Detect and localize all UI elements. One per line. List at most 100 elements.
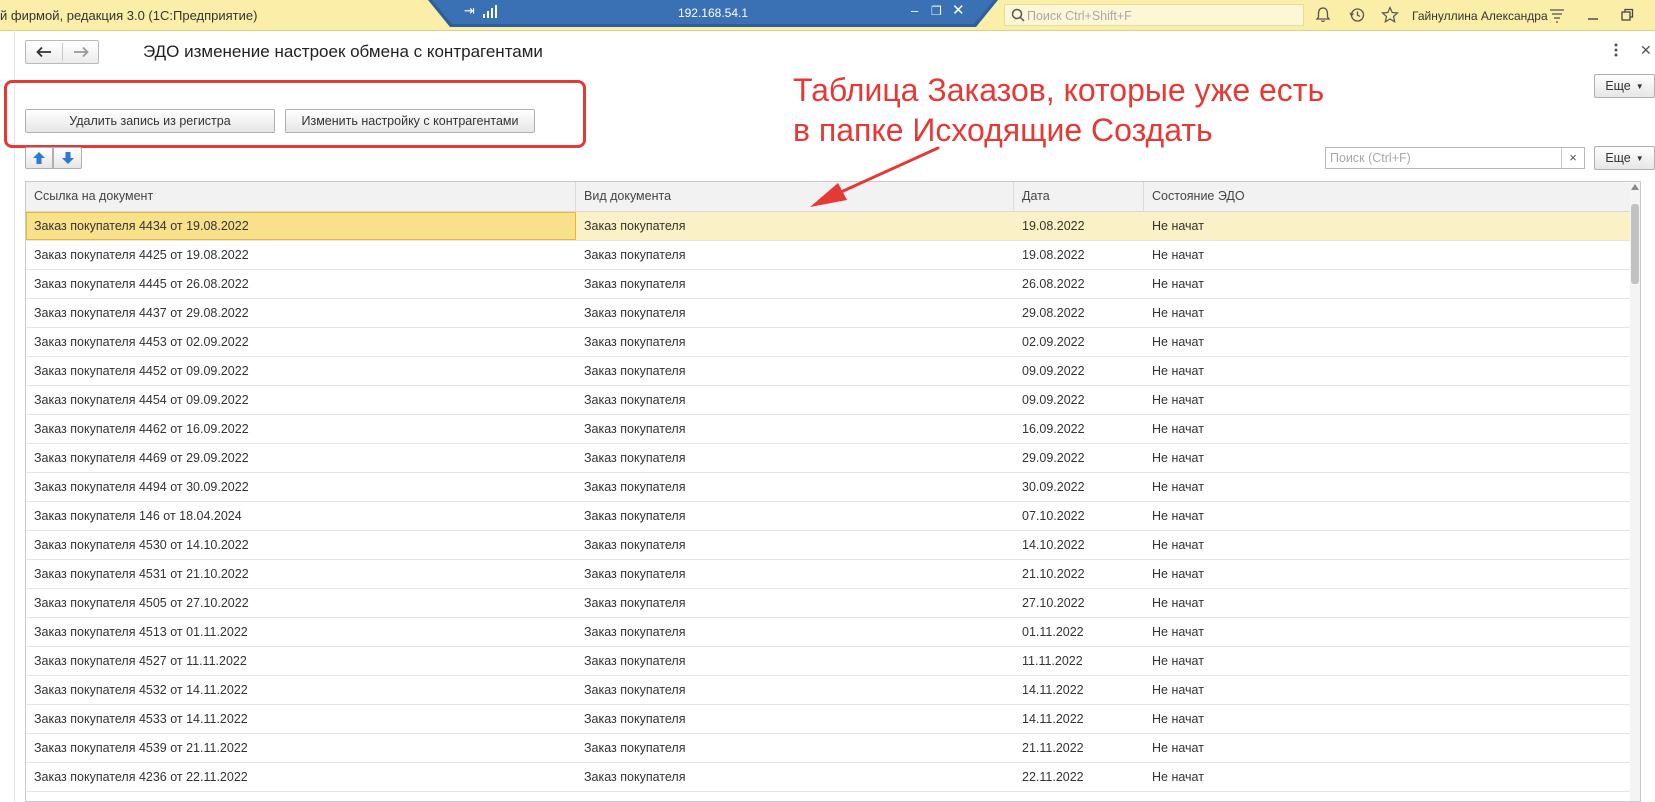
close-remote-icon[interactable]: ✕ (952, 3, 965, 19)
cell-document-link[interactable]: Заказ покупателя 4530 от 14.10.2022 (26, 531, 576, 559)
cell-document-type[interactable]: Заказ покупателя (576, 502, 1014, 530)
cell-edo-status[interactable]: Не начат (1144, 560, 1640, 588)
delete-record-button[interactable]: Удалить запись из регистра (25, 109, 275, 133)
cell-date[interactable]: 30.09.2022 (1014, 473, 1144, 501)
cell-date[interactable]: 16.09.2022 (1014, 415, 1144, 443)
cell-date[interactable]: 29.08.2022 (1014, 299, 1144, 327)
table-row[interactable]: Заказ покупателя 4462 от 16.09.2022 Заказ… (26, 415, 1640, 444)
cell-edo-status[interactable]: Не начат (1144, 299, 1640, 327)
cell-date[interactable]: 21.10.2022 (1014, 560, 1144, 588)
cell-date[interactable]: 19.08.2022 (1014, 241, 1144, 269)
table-search-input[interactable]: Поиск (Ctrl+F) × (1325, 147, 1585, 169)
cell-edo-status[interactable]: Не начат (1144, 270, 1640, 298)
remote-desktop-bar[interactable]: ⇥ 192.168.54.1 – ❐ ✕ (428, 0, 998, 27)
cell-date[interactable]: 11.11.2022 (1014, 647, 1144, 675)
table-row[interactable]: Заказ покупателя 4452 от 09.09.2022 Заказ… (26, 357, 1640, 386)
cell-document-type[interactable]: Заказ покупателя (576, 676, 1014, 704)
move-up-button[interactable] (25, 147, 53, 169)
cell-document-link[interactable]: Заказ покупателя 4462 от 16.09.2022 (26, 415, 576, 443)
cell-document-type[interactable]: Заказ покупателя (576, 328, 1014, 356)
cell-document-link[interactable]: Заказ покупателя 4527 от 11.11.2022 (26, 647, 576, 675)
cell-document-link[interactable]: Заказ покупателя 4505 от 27.10.2022 (26, 589, 576, 617)
cell-document-link[interactable]: Заказ покупателя 4494 от 30.09.2022 (26, 473, 576, 501)
user-name[interactable]: Гайнуллина Александра (1412, 9, 1548, 23)
table-row[interactable]: Заказ покупателя 4454 от 09.09.2022 Заказ… (26, 386, 1640, 415)
cell-document-link[interactable]: Заказ покупателя 4539 от 21.11.2022 (26, 734, 576, 762)
bell-icon[interactable] (1314, 6, 1332, 24)
minimize-icon[interactable] (1584, 6, 1602, 24)
cell-date[interactable]: 19.08.2022 (1014, 212, 1144, 240)
cell-document-link[interactable]: Заказ покупателя 4445 от 26.08.2022 (26, 270, 576, 298)
cell-edo-status[interactable]: Не начат (1144, 444, 1640, 472)
clear-search-icon[interactable]: × (1561, 148, 1584, 168)
cell-document-type[interactable]: Заказ покупателя (576, 531, 1014, 559)
table-row[interactable]: Заказ покупателя 4533 от 14.11.2022 Заказ… (26, 705, 1640, 734)
cell-document-link[interactable]: Заказ покупателя 4236 от 22.11.2022 (26, 763, 576, 791)
more-button[interactable]: Еще ▼ (1594, 74, 1655, 98)
forward-button[interactable] (63, 41, 99, 63)
cell-edo-status[interactable]: Не начат (1144, 357, 1640, 385)
cell-edo-status[interactable]: Не начат (1144, 589, 1640, 617)
star-icon[interactable] (1381, 6, 1399, 24)
cell-document-type[interactable]: Заказ покупателя (576, 241, 1014, 269)
cell-edo-status[interactable]: Не начат (1144, 473, 1640, 501)
cell-document-type[interactable]: Заказ покупателя (576, 386, 1014, 414)
cell-date[interactable]: 07.10.2022 (1014, 502, 1144, 530)
column-header-edo-status[interactable]: Состояние ЭДО (1144, 182, 1640, 211)
cell-edo-status[interactable]: Не начат (1144, 328, 1640, 356)
column-header-date[interactable]: Дата (1014, 182, 1144, 211)
cell-document-link[interactable]: Заказ покупателя 4453 от 02.09.2022 (26, 328, 576, 356)
cell-edo-status[interactable]: Не начат (1144, 618, 1640, 646)
global-search-input[interactable]: Поиск Ctrl+Shift+F (1004, 4, 1304, 26)
scrollbar-thumb[interactable] (1631, 204, 1639, 284)
change-settings-button[interactable]: Изменить настройку с контрагентами (285, 109, 535, 133)
cell-date[interactable]: 29.09.2022 (1014, 444, 1144, 472)
cell-document-link[interactable]: Заказ покупателя 4452 от 09.09.2022 (26, 357, 576, 385)
cell-edo-status[interactable]: Не начат (1144, 676, 1640, 704)
more-vertical-icon[interactable] (1612, 42, 1620, 58)
table-row[interactable]: Заказ покупателя 4505 от 27.10.2022 Заказ… (26, 589, 1640, 618)
column-header-document-link[interactable]: Ссылка на документ (26, 182, 576, 211)
cell-date[interactable]: 14.11.2022 (1014, 705, 1144, 733)
table-row[interactable]: Заказ покупателя 4527 от 11.11.2022 Заказ… (26, 647, 1640, 676)
cell-document-type[interactable]: Заказ покупателя (576, 647, 1014, 675)
cell-date[interactable]: 09.09.2022 (1014, 386, 1144, 414)
cell-document-link[interactable]: Заказ покупателя 4425 от 19.08.2022 (26, 241, 576, 269)
table-row[interactable]: Заказ покупателя 4531 от 21.10.2022 Заказ… (26, 560, 1640, 589)
cell-document-type[interactable]: Заказ покупателя (576, 560, 1014, 588)
cell-date[interactable]: 22.11.2022 (1014, 763, 1144, 791)
table-row[interactable]: Заказ покупателя 4539 от 21.11.2022 Заказ… (26, 734, 1640, 763)
cell-document-type[interactable]: Заказ покупателя (576, 589, 1014, 617)
cell-document-type[interactable]: Заказ покупателя (576, 444, 1014, 472)
table-more-button[interactable]: Еще ▼ (1594, 146, 1655, 170)
table-row[interactable]: Заказ покупателя 4445 от 26.08.2022 Заказ… (26, 270, 1640, 299)
cell-document-link[interactable]: Заказ покупателя 4437 от 29.08.2022 (26, 299, 576, 327)
cell-document-type[interactable]: Заказ покупателя (576, 415, 1014, 443)
orders-table[interactable]: Ссылка на документ Вид документа Дата Со… (25, 181, 1641, 802)
cell-document-type[interactable]: Заказ покупателя (576, 734, 1014, 762)
cell-date[interactable]: 21.11.2022 (1014, 734, 1144, 762)
cell-document-type[interactable]: Заказ покупателя (576, 299, 1014, 327)
cell-document-link[interactable]: Заказ покупателя 4454 от 09.09.2022 (26, 386, 576, 414)
vertical-scrollbar[interactable] (1630, 182, 1640, 801)
cell-document-type[interactable]: Заказ покупателя (576, 705, 1014, 733)
table-row[interactable]: Заказ покупателя 4437 от 29.08.2022 Заказ… (26, 299, 1640, 328)
table-row[interactable]: Заказ покупателя 4425 от 19.08.2022 Заказ… (26, 241, 1640, 270)
table-row[interactable]: Заказ покупателя 4469 от 29.09.2022 Заказ… (26, 444, 1640, 473)
back-button[interactable] (26, 41, 62, 63)
cell-date[interactable]: 01.11.2022 (1014, 618, 1144, 646)
minimize-remote-icon[interactable]: – (911, 3, 918, 19)
cell-document-type[interactable]: Заказ покупателя (576, 357, 1014, 385)
table-row[interactable]: Заказ покупателя 4236 от 22.11.2022 Заказ… (26, 763, 1640, 792)
cell-document-type[interactable]: Заказ покупателя (576, 212, 1014, 240)
cell-edo-status[interactable]: Не начат (1144, 647, 1640, 675)
cell-edo-status[interactable]: Не начат (1144, 502, 1640, 530)
cell-edo-status[interactable]: Не начат (1144, 763, 1640, 791)
settings-menu-icon[interactable] (1548, 6, 1566, 24)
cell-document-type[interactable]: Заказ покупателя (576, 763, 1014, 791)
cell-document-link[interactable]: Заказ покупателя 4532 от 14.11.2022 (26, 676, 576, 704)
cell-date[interactable]: 14.11.2022 (1014, 676, 1144, 704)
cell-document-link[interactable]: Заказ покупателя 4533 от 14.11.2022 (26, 705, 576, 733)
cell-document-type[interactable]: Заказ покупателя (576, 473, 1014, 501)
table-row[interactable]: Заказ покупателя 4434 от 19.08.2022 Заказ… (26, 212, 1640, 241)
